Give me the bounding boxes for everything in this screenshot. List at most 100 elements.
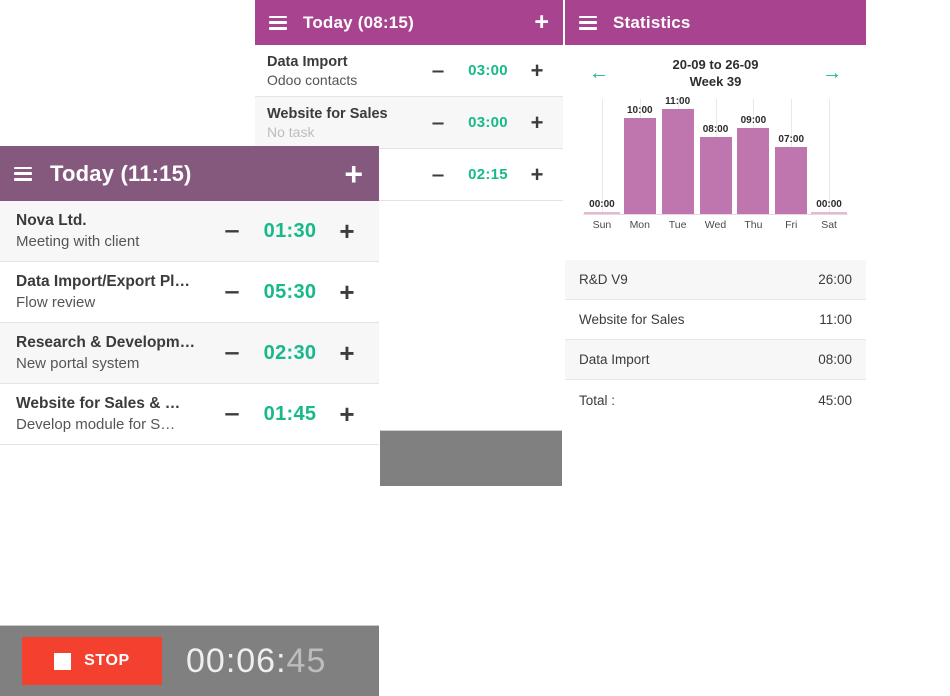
row-texts: Nova Ltd. Meeting with client — [16, 212, 211, 250]
table-row[interactable]: Website for Sales 11:00 — [565, 300, 866, 340]
left-task-list: Nova Ltd. Meeting with client ‒ 01:30 + … — [0, 201, 379, 445]
row-subtitle: Odoo contacts — [267, 71, 358, 88]
row-title: Website for Sales — [267, 105, 388, 122]
chart-bar-column: 00:00 — [810, 99, 848, 214]
chart-bar-value-label: 10:00 — [626, 105, 653, 117]
mid-bottom-bar — [380, 430, 562, 486]
table-row[interactable]: Research & Developm… New portal system ‒… — [0, 323, 379, 384]
chart-bar: 09:00 — [737, 115, 770, 214]
decrease-time-button[interactable]: ‒ — [211, 219, 253, 243]
row-duration: 02:15 — [468, 166, 508, 183]
decrease-time-button[interactable]: ‒ — [211, 341, 253, 365]
mid-appbar-title: Today (08:15) — [303, 12, 414, 32]
row-title: Data Import/Export Pl… — [16, 273, 190, 290]
row-subtitle: Develop module for S… — [16, 416, 176, 433]
chart-bar-value-label: 00:00 — [816, 199, 842, 210]
chart-axis-label: Fri — [785, 219, 798, 231]
chart-axis-label: Sat — [821, 219, 837, 231]
stats-appbar: Statistics — [565, 0, 866, 45]
row-texts: Data Import/Export Pl… Flow review — [16, 273, 211, 311]
statistics-panel: Statistics ← 20-09 to 26-09 Week 39 → 00… — [565, 0, 866, 432]
summary-project-name: Data Import — [579, 352, 650, 367]
row-title: Nova Ltd. — [16, 212, 87, 229]
row-subtitle: Flow review — [16, 294, 96, 311]
summary-project-hours: 11:00 — [819, 312, 852, 327]
hamburger-icon[interactable] — [269, 15, 287, 30]
decrease-time-button[interactable]: ‒ — [211, 402, 253, 426]
hamburger-icon[interactable] — [579, 15, 597, 30]
decrease-time-button[interactable]: ‒ — [211, 280, 253, 304]
increase-time-button[interactable]: + — [327, 340, 367, 366]
summary-total-hours: 45:00 — [818, 392, 852, 408]
summary-project-hours: 08:00 — [818, 352, 852, 367]
weekly-hours-bar-chart: 00:00 10:00 11:00 08:00 09:00 07:00 00:00 Sun M… — [583, 96, 848, 244]
summary-project-hours: 26:00 — [818, 272, 852, 287]
decrease-time-button[interactable]: ‒ — [419, 61, 457, 81]
table-row[interactable]: Data Import Odoo contacts ‒ 03:00 + — [255, 45, 563, 97]
add-entry-icon[interactable]: + — [344, 158, 363, 190]
increase-time-button[interactable]: + — [327, 279, 367, 305]
left-appbar-title: Today (11:15) — [50, 160, 192, 186]
row-duration: 05:30 — [263, 280, 317, 303]
row-texts: Website for Sales & … Develop module for… — [16, 395, 211, 433]
summary-total-row: Total : 45:00 — [565, 380, 866, 420]
timer-stop-bar: STOP 00:06:45 — [0, 625, 379, 696]
row-texts: Data Import Odoo contacts — [267, 54, 419, 88]
chart-bar: 11:00 — [661, 96, 694, 214]
stop-button-label: STOP — [84, 652, 130, 669]
increase-time-button[interactable]: + — [519, 59, 555, 82]
chart-bar-value-label: 09:00 — [740, 114, 767, 126]
stats-appbar-title: Statistics — [613, 12, 691, 32]
chart-axis-label: Sun — [592, 219, 612, 231]
row-subtitle: New portal system — [16, 355, 140, 372]
chart-bar: 00:00 — [583, 199, 620, 214]
row-texts: Website for Sales No task — [267, 106, 419, 140]
hamburger-icon[interactable] — [14, 166, 32, 181]
timer-hours-minutes: 00:06: — [186, 641, 287, 680]
chart-axis-label: Tue — [668, 219, 687, 231]
summary-project-name: R&D V9 — [579, 272, 628, 287]
today-1115-panel: Today (11:15) + Nova Ltd. Meeting with c… — [0, 146, 379, 696]
table-row[interactable]: Nova Ltd. Meeting with client ‒ 01:30 + — [0, 201, 379, 262]
chart-bar: 10:00 — [623, 105, 656, 214]
row-subtitle: No task — [267, 123, 315, 140]
chart-bar-column: 08:00 — [697, 99, 735, 214]
increase-time-button[interactable]: + — [519, 111, 555, 134]
next-week-icon[interactable]: → — [822, 63, 842, 83]
table-row[interactable]: R&D V9 26:00 — [565, 260, 866, 300]
decrease-time-button[interactable]: ‒ — [419, 113, 457, 133]
row-duration: 01:45 — [263, 402, 317, 425]
increase-time-button[interactable]: + — [327, 401, 367, 427]
row-texts: Research & Developm… New portal system — [16, 334, 211, 372]
table-row[interactable]: Data Import/Export Pl… Flow review ‒ 05:… — [0, 262, 379, 323]
add-entry-icon[interactable]: + — [534, 10, 549, 35]
chart-bar-value-label: 07:00 — [778, 133, 805, 145]
row-subtitle: Meeting with client — [16, 233, 140, 250]
chart-bar-value-label: 00:00 — [589, 199, 615, 210]
chart-bar: 08:00 — [699, 124, 732, 214]
row-duration: 02:30 — [263, 341, 317, 364]
table-row[interactable]: Data Import 08:00 — [565, 340, 866, 380]
previous-week-icon[interactable]: ← — [589, 63, 609, 83]
chart-bar-value-label: 08:00 — [702, 124, 729, 136]
decrease-time-button[interactable]: ‒ — [419, 165, 457, 185]
row-title: Website for Sales & … — [16, 395, 181, 412]
increase-time-button[interactable]: + — [519, 163, 555, 186]
table-row[interactable]: Website for Sales No task ‒ 03:00 + — [255, 97, 563, 149]
table-row[interactable]: Website for Sales & … Develop module for… — [0, 384, 379, 445]
increase-time-button[interactable]: + — [327, 218, 367, 244]
chart-bar-value-label: 11:00 — [665, 95, 691, 107]
summary-total-label: Total : — [579, 392, 616, 408]
chart-x-axis: Sun Mon Tue Wed Thu Fri Sat — [583, 219, 848, 231]
chart-gridline — [601, 99, 603, 214]
stop-button[interactable]: STOP — [22, 637, 162, 685]
chart-gridline — [829, 99, 831, 214]
chart-axis-label: Mon — [629, 219, 650, 231]
chart-bar: 00:00 — [811, 199, 848, 214]
chart-bar-column: 10:00 — [621, 99, 659, 214]
left-panel-body: Nova Ltd. Meeting with client ‒ 01:30 + … — [0, 201, 379, 696]
stop-square-icon — [54, 652, 72, 670]
week-range: 20-09 to 26-09 — [672, 57, 759, 72]
chart-bar-column: 00:00 — [583, 99, 621, 214]
week-label: 20-09 to 26-09 Week 39 — [609, 57, 822, 89]
